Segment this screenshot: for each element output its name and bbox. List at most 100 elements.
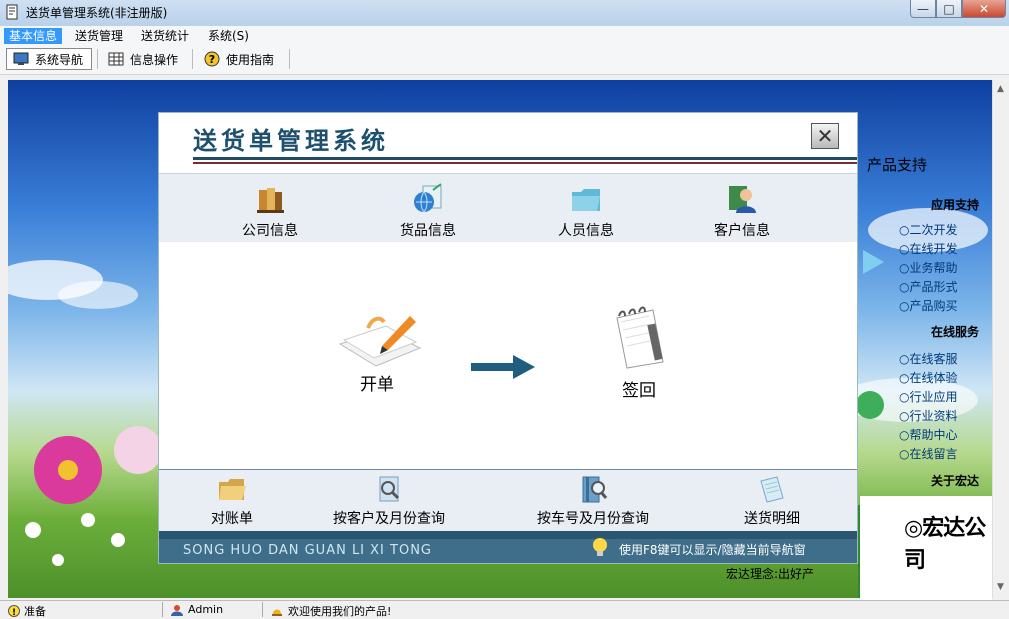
status-user-text: Admin bbox=[188, 603, 224, 616]
create-order-label: 开单 bbox=[360, 375, 394, 395]
window-title: 送货单管理系统(非注册版) bbox=[26, 6, 168, 20]
nav-query-by-customer-month[interactable]: 按客户及月份查询 bbox=[309, 476, 469, 528]
sidebar-link-industry-docs[interactable]: ○行业资料 bbox=[899, 407, 958, 424]
sidebar-link-secondary-dev[interactable]: ○二次开发 bbox=[899, 221, 958, 238]
navigation-dialog: 送货单管理系统 ✕ 公司信息 货品信息 人员信息 客户信息 开单 签回 对账单 … bbox=[158, 112, 858, 564]
person-icon bbox=[729, 186, 756, 213]
sign-back-button[interactable]: 签回 bbox=[591, 304, 687, 401]
status-user: Admin bbox=[170, 603, 223, 616]
menu-basic-info[interactable]: 基本信息 bbox=[4, 28, 63, 44]
notepad-icon bbox=[616, 306, 664, 369]
scroll-up-icon[interactable]: ▲ bbox=[997, 84, 1004, 94]
company-logo: ◎宏达公司 bbox=[904, 515, 986, 573]
toolbar-separator bbox=[97, 49, 98, 69]
sidebar-link-product-form[interactable]: ○产品形式 bbox=[899, 278, 958, 295]
menu-system[interactable]: 系统(S) bbox=[203, 28, 254, 44]
nav-staff-info-label: 人员信息 bbox=[558, 223, 614, 239]
search-doc-icon bbox=[379, 476, 400, 502]
sidebar-link-leave-message[interactable]: ○在线留言 bbox=[899, 445, 958, 462]
sidebar-link-product-purchase[interactable]: ○产品购买 bbox=[899, 297, 958, 314]
nav-goods-info[interactable]: 货品信息 bbox=[373, 182, 483, 240]
minimize-button[interactable]: — bbox=[910, 0, 936, 18]
dialog-close-button[interactable]: ✕ bbox=[811, 123, 839, 149]
status-separator bbox=[262, 602, 263, 617]
bottom-navigation: 对账单 按客户及月份查询 按车号及月份查询 送货明细 bbox=[159, 469, 857, 532]
product-support-sidebar: 产品支持 应用支持 ○二次开发 ○在线开发 ○业务帮助 ○产品形式 ○产品购买 … bbox=[859, 140, 989, 500]
menu-delivery-management[interactable]: 送货管理 bbox=[70, 28, 128, 44]
user-guide-button[interactable]: ? 使用指南 bbox=[198, 48, 286, 70]
nav-company-info-label: 公司信息 bbox=[242, 223, 298, 239]
sidebar-heading-app-support: 应用支持 bbox=[931, 198, 980, 212]
books-icon bbox=[257, 188, 284, 213]
footer-band bbox=[159, 531, 857, 539]
create-order-button[interactable]: 开单 bbox=[329, 308, 425, 395]
app-icon bbox=[6, 4, 18, 20]
workflow-area: 开单 签回 bbox=[159, 242, 857, 468]
dialog-title: 送货单管理系统 bbox=[193, 126, 389, 155]
info-operations-label: 信息操作 bbox=[130, 52, 179, 67]
sidebar-link-help-center[interactable]: ○帮助中心 bbox=[899, 426, 958, 443]
warning-icon: ! bbox=[8, 605, 20, 617]
dialog-footer: SONG HUO DAN GUAN LI XI TONG 使用F8键可以显示/隐… bbox=[159, 531, 857, 563]
system-nav-button[interactable]: 系统导航 bbox=[6, 48, 92, 70]
user-icon bbox=[171, 604, 183, 616]
user-guide-label: 使用指南 bbox=[226, 52, 275, 67]
company-logo-panel: ◎宏达公司 bbox=[860, 496, 992, 608]
company-motto: 宏达理念:出好产 bbox=[726, 567, 815, 581]
scroll-down-icon[interactable]: ▼ bbox=[997, 582, 1004, 592]
pen-paper-icon bbox=[338, 316, 422, 367]
nav-customer-info-label: 客户信息 bbox=[714, 223, 770, 239]
nav-query-by-customer-month-label: 按客户及月份查询 bbox=[333, 511, 445, 527]
menu-delivery-statistics[interactable]: 送货统计 bbox=[136, 28, 194, 44]
nav-staff-info[interactable]: 人员信息 bbox=[531, 182, 641, 240]
help-icon: ? bbox=[204, 51, 220, 67]
document-icon bbox=[760, 476, 784, 503]
status-bar: ! 准备 Admin 欢迎使用我们的产品! bbox=[0, 600, 1009, 618]
status-separator bbox=[162, 602, 163, 617]
title-bar: 送货单管理系统(非注册版) — □ ✕ bbox=[0, 0, 1009, 26]
sidebar-heading-online-service: 在线服务 bbox=[931, 325, 980, 339]
folder-icon bbox=[572, 189, 600, 211]
sidebar-link-industry-apps[interactable]: ○行业应用 bbox=[899, 388, 958, 405]
footer-slogan: SONG HUO DAN GUAN LI XI TONG bbox=[183, 543, 432, 558]
vertical-scrollbar[interactable]: ▲ ▼ bbox=[992, 80, 1009, 598]
sidebar-link-online-trial[interactable]: ○在线体验 bbox=[899, 369, 958, 386]
close-button[interactable]: ✕ bbox=[962, 0, 1006, 18]
monitor-icon bbox=[13, 52, 29, 65]
top-navigation: 公司信息 货品信息 人员信息 客户信息 bbox=[159, 173, 857, 243]
toolbar: 系统导航 信息操作 ? 使用指南 bbox=[0, 46, 1009, 75]
info-operations-button[interactable]: 信息操作 bbox=[102, 48, 188, 70]
search-book-icon bbox=[582, 476, 608, 503]
toolbar-separator bbox=[289, 49, 290, 69]
svg-text:?: ? bbox=[209, 53, 215, 66]
menu-bar: 基本信息 送货管理 送货统计 系统(S) bbox=[0, 26, 1009, 46]
nav-query-by-vehicle-month[interactable]: 按车号及月份查询 bbox=[513, 476, 673, 528]
folder-open-icon bbox=[219, 479, 246, 500]
sidebar-link-online-dev[interactable]: ○在线开发 bbox=[899, 240, 958, 257]
sidebar-link-online-support[interactable]: ○在线客服 bbox=[899, 350, 958, 367]
sidebar-about[interactable]: 关于宏达 bbox=[931, 472, 979, 489]
system-nav-label: 系统导航 bbox=[35, 52, 84, 67]
flow-arrow-icon bbox=[471, 355, 535, 379]
nav-statement-label: 对账单 bbox=[211, 511, 253, 527]
footer-hint: 使用F8键可以显示/隐藏当前导航窗 bbox=[619, 543, 806, 557]
header-rule-accent bbox=[193, 162, 857, 164]
lightbulb-icon bbox=[593, 538, 607, 556]
nav-company-info[interactable]: 公司信息 bbox=[215, 182, 325, 240]
sidebar-title: 产品支持 bbox=[867, 156, 928, 174]
toolbar-separator bbox=[192, 49, 193, 69]
bell-icon bbox=[272, 609, 282, 616]
dialog-header: 送货单管理系统 ✕ bbox=[159, 113, 857, 173]
nav-customer-info[interactable]: 客户信息 bbox=[687, 182, 797, 240]
nav-delivery-details[interactable]: 送货明细 bbox=[717, 476, 827, 528]
nav-statement[interactable]: 对账单 bbox=[177, 476, 287, 528]
nav-goods-info-label: 货品信息 bbox=[400, 223, 456, 239]
nav-delivery-details-label: 送货明细 bbox=[744, 511, 800, 527]
grid-icon bbox=[108, 52, 124, 66]
globe-icon bbox=[414, 183, 442, 213]
sidebar-link-business-help[interactable]: ○业务帮助 bbox=[899, 259, 958, 276]
svg-text:!: ! bbox=[12, 608, 16, 617]
maximize-button[interactable]: □ bbox=[936, 0, 962, 18]
header-rule bbox=[193, 157, 857, 160]
sign-back-label: 签回 bbox=[622, 381, 656, 401]
